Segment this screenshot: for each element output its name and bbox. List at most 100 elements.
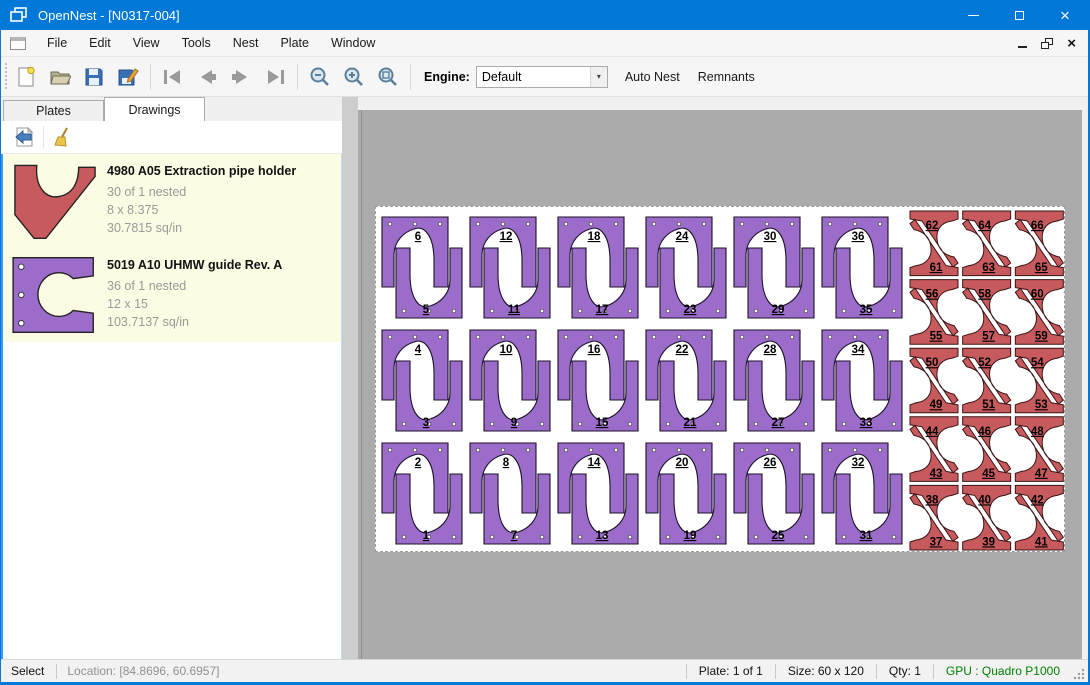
red-part-pair[interactable]: 5655: [910, 280, 958, 345]
title-bar: OpenNest - [N0317-004] ×: [1, 0, 1088, 30]
red-part-pair[interactable]: 5857: [963, 280, 1011, 345]
drawing-list[interactable]: 4980 A05 Extraction pipe holder30 of 1 n…: [1, 154, 342, 659]
purple-part-pair[interactable]: 2625: [734, 443, 814, 544]
drawing-item[interactable]: 5019 A10 UHMW guide Rev. A36 of 1 nested…: [3, 248, 341, 342]
red-part-pair[interactable]: 4039: [963, 485, 1011, 550]
menu-view[interactable]: View: [122, 30, 171, 56]
nav-first-button[interactable]: [156, 61, 190, 93]
part-number: 7: [511, 530, 517, 542]
clean-button[interactable]: [48, 123, 78, 151]
part-number: 20: [676, 457, 689, 469]
red-part-pair[interactable]: 6463: [963, 211, 1011, 276]
red-part-pair[interactable]: 6261: [910, 211, 958, 276]
plate[interactable]: 6512111817242330293635431091615222128273…: [375, 206, 1065, 552]
chevron-down-icon[interactable]: ▾: [590, 67, 607, 87]
part-number: 49: [930, 399, 943, 411]
splitter[interactable]: [342, 97, 358, 659]
menu-file[interactable]: File: [36, 30, 78, 56]
auto-nest-button[interactable]: Auto Nest: [616, 65, 689, 89]
mdi-close-button[interactable]: ×: [1067, 36, 1076, 51]
purple-part-pair[interactable]: 2827: [734, 330, 814, 431]
purple-part-pair[interactable]: 2221: [646, 330, 726, 431]
document-window-icon[interactable]: [10, 37, 26, 50]
menu-plate[interactable]: Plate: [269, 30, 320, 56]
minimize-button[interactable]: [950, 0, 996, 30]
part-number: 1: [423, 530, 430, 542]
nav-next-button[interactable]: [224, 61, 258, 93]
drawing-item[interactable]: 4980 A05 Extraction pipe holder30 of 1 n…: [3, 154, 341, 248]
drawing-area: 103.7137 sq/in: [107, 313, 337, 331]
save-button[interactable]: [77, 61, 111, 93]
red-part-pair[interactable]: 3837: [910, 485, 958, 550]
red-part-pair[interactable]: 6059: [1015, 280, 1063, 345]
maximize-button[interactable]: [996, 0, 1042, 30]
broom-icon: [52, 126, 74, 148]
purple-part-pair[interactable]: 1413: [558, 443, 638, 544]
menu-edit[interactable]: Edit: [78, 30, 122, 56]
nest-canvas[interactable]: 6512111817242330293635431091615222128273…: [358, 110, 1082, 659]
red-part-pair[interactable]: 4443: [910, 417, 958, 482]
purple-part-pair[interactable]: 1817: [558, 217, 638, 318]
red-part-pair[interactable]: 4645: [963, 417, 1011, 482]
purple-part-pair[interactable]: 65: [382, 217, 462, 318]
part-number: 39: [982, 536, 995, 548]
red-part-pair[interactable]: 5251: [963, 348, 1011, 413]
zoom-in-button[interactable]: [337, 61, 371, 93]
import-drawing-button[interactable]: [9, 123, 39, 151]
purple-part-pair[interactable]: 3029: [734, 217, 814, 318]
nav-prev-button[interactable]: [190, 61, 224, 93]
app-window: OpenNest - [N0317-004] × FileEditViewToo…: [0, 0, 1090, 685]
part-number: 10: [500, 344, 513, 356]
purple-part-pair[interactable]: 2423: [646, 217, 726, 318]
purple-part-pair[interactable]: 87: [470, 443, 550, 544]
engine-value: Default: [477, 70, 590, 84]
part-number: 13: [596, 530, 609, 542]
red-part-pair[interactable]: 4847: [1015, 417, 1063, 482]
purple-part-pair[interactable]: 3433: [822, 330, 902, 431]
open-button[interactable]: [43, 61, 77, 93]
mdi-minimize-button[interactable]: [1018, 38, 1027, 48]
menu-tools[interactable]: Tools: [171, 30, 222, 56]
menu-window[interactable]: Window: [320, 30, 386, 56]
purple-part-pair[interactable]: 3231: [822, 443, 902, 544]
part-number: 63: [982, 262, 995, 274]
zoom-out-icon: [309, 66, 331, 88]
sidebar-tabs: PlatesDrawings: [1, 97, 342, 121]
save-icon: [83, 66, 105, 88]
red-part-pair[interactable]: 6665: [1015, 211, 1063, 276]
red-part-pair[interactable]: 4241: [1015, 485, 1063, 550]
part-number: 31: [860, 530, 873, 542]
menu-nest[interactable]: Nest: [222, 30, 270, 56]
save-as-button[interactable]: [111, 61, 145, 93]
nav-first-icon: [162, 68, 184, 86]
part-thumbnail: [3, 254, 107, 336]
zoom-out-button[interactable]: [303, 61, 337, 93]
mdi-restore-button[interactable]: [1041, 38, 1053, 49]
part-number: 50: [926, 357, 939, 369]
purple-part-pair[interactable]: 109: [470, 330, 550, 431]
plate-status: Plate: 1 of 1: [687, 664, 775, 678]
zoom-fit-button[interactable]: [371, 61, 405, 93]
tab-plates[interactable]: Plates: [3, 100, 104, 121]
purple-part-pair[interactable]: 1615: [558, 330, 638, 431]
purple-part-pair[interactable]: 2019: [646, 443, 726, 544]
menu-bar: FileEditViewToolsNestPlateWindow ×: [1, 30, 1088, 57]
red-part-pair[interactable]: 50 49: [910, 348, 958, 413]
purple-part-pair[interactable]: 1211: [470, 217, 550, 318]
resize-grip[interactable]: [1072, 667, 1086, 681]
purple-part-pair[interactable]: 21: [382, 443, 462, 544]
new-button[interactable]: [9, 61, 43, 93]
part-number: 2: [415, 457, 421, 469]
purple-part-pair[interactable]: 3635: [822, 217, 902, 318]
engine-combobox[interactable]: Default ▾: [476, 66, 608, 88]
drawing-size: 8 x 8.375: [107, 201, 337, 219]
purple-part-pair[interactable]: 43: [382, 330, 462, 431]
zoom-fit-icon: [377, 66, 399, 88]
nest-layout: 6512111817242330293635431091615222128273…: [376, 207, 1064, 551]
red-part-pair[interactable]: 5453: [1015, 348, 1063, 413]
nav-last-button[interactable]: [258, 61, 292, 93]
remnants-button[interactable]: Remnants: [689, 65, 764, 89]
close-button[interactable]: ×: [1042, 0, 1088, 30]
tab-drawings[interactable]: Drawings: [104, 97, 205, 121]
part-number: 46: [978, 426, 991, 438]
